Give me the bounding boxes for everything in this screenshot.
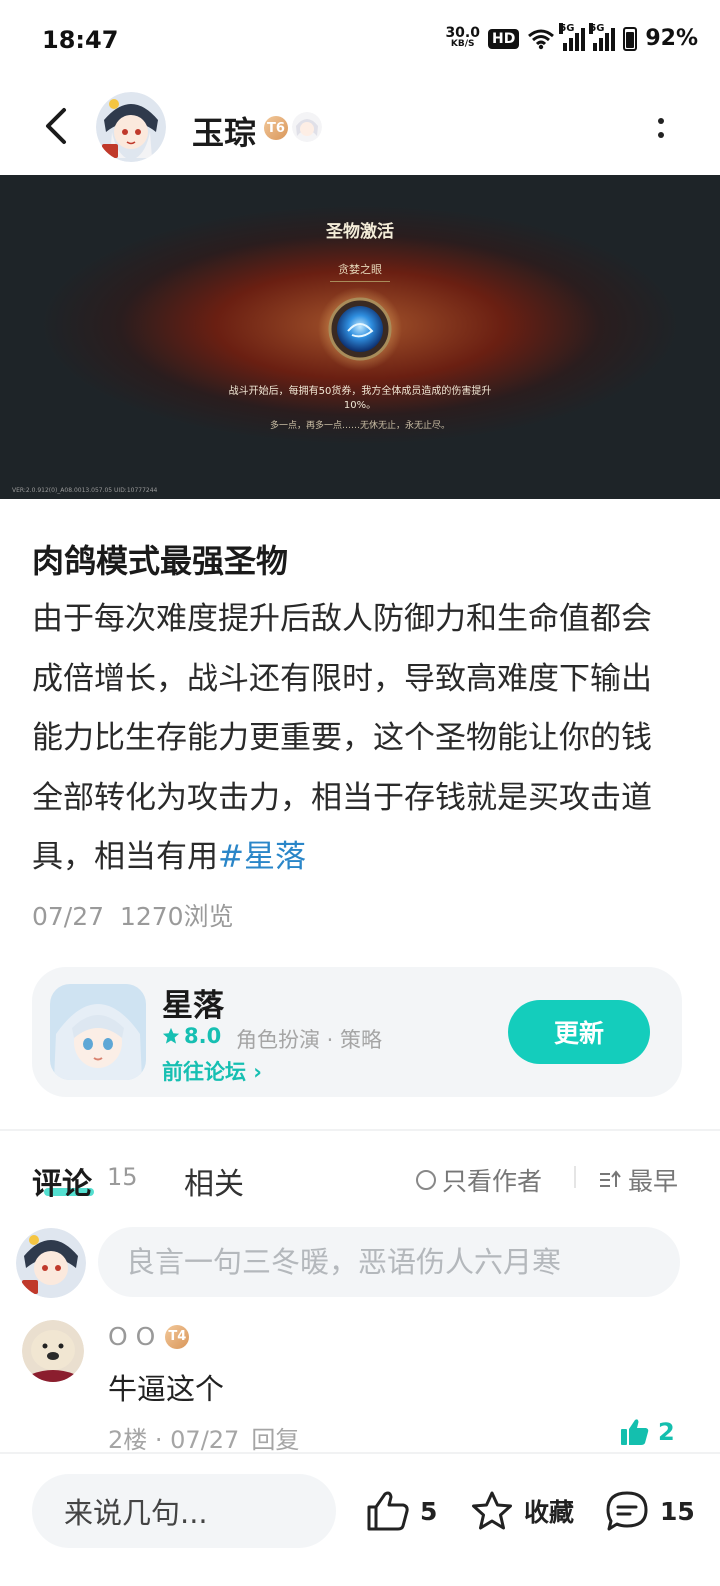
comment-like-button[interactable]: 2 bbox=[620, 1418, 675, 1446]
status-icons: 30.0 KB/S HD 5G 5G 92% bbox=[445, 22, 698, 51]
post-image[interactable]: 圣物激活 贪婪之眼 战斗开始后，每拥有50货券，我方全体成员造成的伤害提升 10… bbox=[0, 175, 720, 499]
quick-comment-input[interactable]: 来说几句... bbox=[32, 1474, 336, 1548]
commenter-level-badge: T4 bbox=[165, 1324, 190, 1349]
section-divider bbox=[0, 1129, 720, 1131]
comment-meta: 2楼 · 07/27 回复 bbox=[108, 1420, 299, 1455]
game-icon[interactable] bbox=[50, 984, 146, 1080]
hero-description: 战斗开始后，每拥有50货券，我方全体成员造成的伤害提升 10%。 bbox=[228, 386, 492, 411]
tab-comments[interactable]: 评论 bbox=[32, 1159, 92, 1203]
post-body: 由于每次难度提升后敌人防御力和生命值都会成倍增长，战斗还有限时，导致高难度下输出… bbox=[32, 601, 652, 875]
game-character-icon bbox=[50, 984, 146, 1080]
author-avatar[interactable] bbox=[96, 92, 166, 162]
hashtag-link[interactable]: #星落 bbox=[218, 839, 306, 875]
hero-subtitle: 贪婪之眼 bbox=[338, 263, 382, 276]
hd-voice-icon: HD bbox=[487, 28, 520, 49]
dog-avatar-icon bbox=[22, 1320, 84, 1382]
star-icon bbox=[162, 1027, 180, 1044]
status-time: 18:47 bbox=[42, 26, 119, 54]
tab-related[interactable]: 相关 bbox=[184, 1159, 244, 1203]
comment-text: 牛逼这个 bbox=[108, 1372, 225, 1406]
signal-icon-sim2: 5G bbox=[589, 22, 616, 51]
sort-icon bbox=[600, 1170, 621, 1187]
relic-orb-icon bbox=[318, 287, 402, 371]
update-button[interactable]: 更新 bbox=[508, 1000, 650, 1064]
chibi-badge-icon bbox=[292, 112, 322, 142]
anime-girl-avatar-icon bbox=[96, 92, 166, 162]
comment-input[interactable] bbox=[98, 1227, 680, 1297]
thumbs-up-icon bbox=[367, 1491, 409, 1531]
author-name[interactable]: 玉琮 bbox=[192, 108, 256, 154]
more-options-button[interactable] bbox=[646, 108, 676, 148]
radio-icon bbox=[416, 1170, 436, 1190]
back-button[interactable] bbox=[34, 104, 78, 148]
comment-count: 15 bbox=[107, 1163, 138, 1191]
game-genre: 角色扮演 · 策略 bbox=[236, 1028, 383, 1052]
forum-link[interactable]: 前往论坛 › bbox=[162, 1056, 262, 1086]
battery-icon bbox=[623, 26, 638, 51]
favorite-button[interactable]: 收藏 bbox=[470, 1490, 574, 1532]
author-only-toggle[interactable]: 只看作者 bbox=[416, 1162, 542, 1198]
chevron-left-icon bbox=[46, 108, 66, 144]
commenter-name[interactable]: O O T4 bbox=[108, 1322, 190, 1351]
game-rating: 8.0 bbox=[162, 1024, 221, 1048]
hero-title: 圣物激活 bbox=[326, 222, 394, 242]
hero-version-text: VER:2.0.912(0)_A08.0013.057.05 UID:10777… bbox=[12, 487, 158, 494]
reply-button[interactable]: 回复 bbox=[251, 1420, 299, 1455]
filter-separator bbox=[574, 1166, 576, 1188]
chat-bubble-icon bbox=[606, 1491, 648, 1531]
comments-button[interactable]: 15 bbox=[604, 1490, 695, 1532]
author-title-badge bbox=[292, 112, 322, 142]
battery-level: 92% bbox=[645, 26, 698, 51]
author-level-badge: T6 bbox=[264, 116, 288, 140]
sort-button[interactable]: 最早 bbox=[598, 1162, 678, 1198]
like-button[interactable]: 5 bbox=[366, 1490, 437, 1532]
post-title: 肉鸽模式最强圣物 bbox=[32, 542, 289, 580]
signal-icon-sim1: 5G bbox=[559, 22, 586, 51]
star-outline-icon bbox=[472, 1491, 512, 1530]
wifi-icon bbox=[528, 29, 555, 49]
anime-girl-avatar-icon bbox=[16, 1228, 86, 1298]
network-speed: 30.0 KB/S bbox=[445, 24, 480, 49]
post-meta: 07/27 1270浏览 bbox=[32, 902, 234, 931]
my-avatar bbox=[16, 1228, 86, 1298]
commenter-avatar[interactable] bbox=[22, 1320, 84, 1382]
game-name: 星落 bbox=[162, 988, 224, 1024]
hero-flavor-text: 多一点，再多一点……无休无止，永无止尽。 bbox=[269, 421, 450, 431]
thumbs-up-filled-icon bbox=[621, 1419, 649, 1445]
